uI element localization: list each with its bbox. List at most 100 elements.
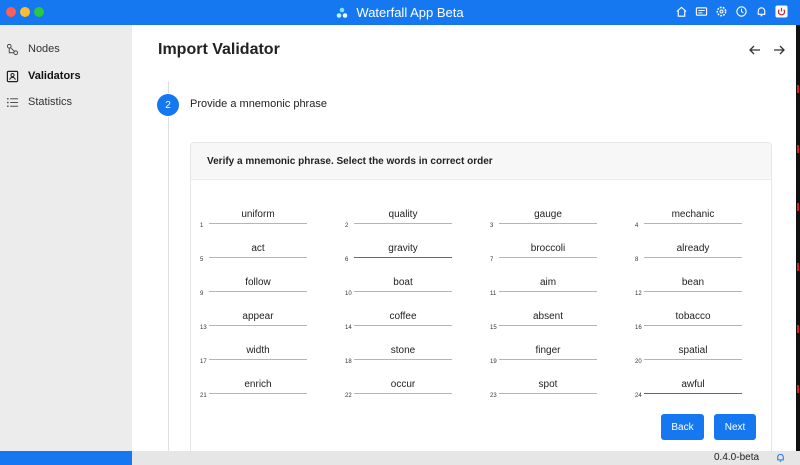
mnemonic-word-field[interactable]: 10 boat [345,277,452,297]
mnemonic-word-field[interactable]: 13 appear [200,311,307,331]
card-icon[interactable] [695,5,708,18]
window-edge [796,25,800,451]
word-index: 16 [635,325,642,331]
word-underline [499,393,597,394]
clock-icon[interactable] [735,5,748,18]
word-underline [354,257,452,258]
word-underline [644,223,742,224]
edge-marker [797,385,799,393]
word-index: 13 [200,325,207,331]
word-index: 8 [635,257,639,263]
word-underline [499,359,597,360]
word-index: 20 [635,359,642,365]
mnemonic-word-field[interactable]: 1 uniform [200,209,307,229]
mnemonic-card: Verify a mnemonic phrase. Select the wor… [190,142,772,454]
word-value: quality [388,209,418,220]
word-index: 7 [490,257,494,263]
status-bar: 0.4.0-beta [0,451,800,465]
word-value: bean [681,277,705,288]
app-version: 0.4.0-beta [714,452,760,463]
word-underline [209,325,307,326]
sidebar: Nodes Validators Statistics [0,25,132,451]
word-value: occur [390,379,416,390]
mnemonic-word-field[interactable]: 22 occur [345,379,452,399]
word-underline [644,325,742,326]
word-index: 9 [200,291,204,297]
word-index: 10 [345,291,352,297]
next-button[interactable]: Next [714,414,756,440]
word-index: 11 [490,291,497,297]
mnemonic-word-field[interactable]: 5 act [200,243,307,263]
mnemonic-word-field[interactable]: 8 already [635,243,742,263]
nodes-icon [6,43,19,55]
word-underline [354,223,452,224]
word-underline [354,291,452,292]
mnemonic-word-field[interactable]: 6 gravity [345,243,452,263]
word-index: 22 [345,393,352,399]
mnemonic-word-field[interactable]: 3 gauge [490,209,597,229]
bell-icon[interactable] [755,5,768,18]
card-title: Verify a mnemonic phrase. Select the wor… [207,156,493,167]
mnemonic-word-field[interactable]: 23 spot [490,379,597,399]
sidebar-item-label: Validators [28,70,81,82]
mnemonic-word-field[interactable]: 17 width [200,345,307,365]
waterfall-logo-icon [337,7,348,18]
sidebar-item-label: Nodes [28,43,60,55]
home-icon[interactable] [675,5,688,18]
word-underline [644,393,742,394]
mnemonic-word-field[interactable]: 11 aim [490,277,597,297]
notifications-icon[interactable] [775,452,786,463]
word-underline [499,291,597,292]
word-index: 21 [200,393,207,399]
word-underline [209,291,307,292]
page-title: Import Validator [158,41,280,58]
status-accent [0,451,132,465]
sidebar-item-nodes[interactable]: Nodes [6,39,60,59]
mnemonic-word-field[interactable]: 20 spatial [635,345,742,365]
back-button[interactable]: Back [661,414,704,440]
word-underline [499,257,597,258]
word-value: spot [538,379,558,390]
sidebar-item-statistics[interactable]: Statistics [6,92,72,112]
stepper-line [168,117,169,451]
window-title: Waterfall App Beta [356,5,464,20]
word-value: aim [539,277,557,288]
mnemonic-word-field[interactable]: 14 coffee [345,311,452,331]
mnemonic-word-field[interactable]: 7 broccoli [490,243,597,263]
word-index: 4 [635,223,639,229]
title-bar: Waterfall App Beta [0,0,800,25]
main-content: Import Validator 2 Provide a mnemonic ph… [132,25,800,454]
word-underline [499,223,597,224]
word-underline [209,359,307,360]
mnemonic-word-field[interactable]: 16 tobacco [635,311,742,331]
word-index: 14 [345,325,352,331]
mnemonic-word-field[interactable]: 15 absent [490,311,597,331]
word-underline [209,223,307,224]
word-index: 17 [200,359,207,365]
word-value: mechanic [671,209,715,220]
mnemonic-word-field[interactable]: 9 follow [200,277,307,297]
mnemonic-word-field[interactable]: 19 finger [490,345,597,365]
word-index: 2 [345,223,349,229]
mnemonic-word-field[interactable]: 18 stone [345,345,452,365]
arrow-left-icon[interactable] [748,43,762,57]
word-underline [354,393,452,394]
word-value: stone [390,345,416,356]
word-value: boat [393,277,413,288]
mnemonic-word-field[interactable]: 21 enrich [200,379,307,399]
mnemonic-word-field[interactable]: 12 bean [635,277,742,297]
mnemonic-word-field[interactable]: 4 mechanic [635,209,742,229]
mnemonic-word-field[interactable]: 2 quality [345,209,452,229]
word-value: already [676,243,710,254]
word-index: 23 [490,393,497,399]
word-value: width [246,345,270,356]
word-value: act [251,243,265,254]
arrow-right-icon[interactable] [772,43,786,57]
power-icon[interactable] [775,5,788,18]
gear-icon[interactable] [715,5,728,18]
word-index: 5 [200,257,204,263]
mnemonic-word-field[interactable]: 24 awful [635,379,742,399]
word-index: 15 [490,325,497,331]
sidebar-item-validators[interactable]: Validators [6,66,81,86]
edge-marker [797,203,799,211]
